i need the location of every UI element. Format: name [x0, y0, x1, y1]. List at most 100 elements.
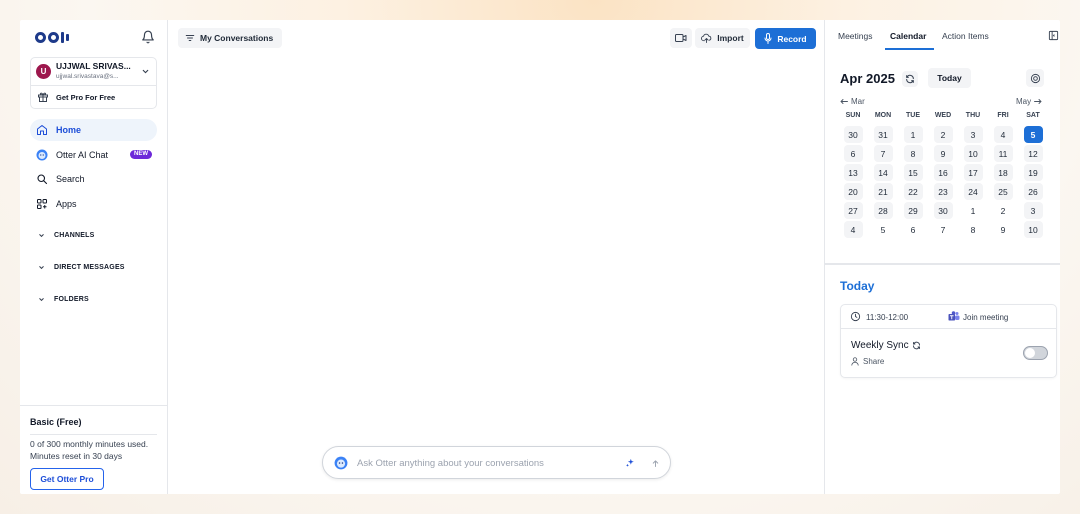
refresh-button[interactable]	[902, 71, 918, 87]
share-link[interactable]: Share	[851, 357, 884, 366]
calendar-today-button[interactable]: Today	[928, 68, 971, 88]
calendar-day[interactable]: 16	[933, 164, 953, 181]
calendar-day[interactable]: 26	[1023, 183, 1043, 200]
calendar-day[interactable]: 7	[873, 145, 893, 162]
calendar-day[interactable]: 6	[843, 145, 863, 162]
send-button[interactable]	[646, 454, 664, 472]
calendar-day[interactable]: 13	[843, 164, 863, 181]
calendar-day[interactable]: 25	[993, 183, 1013, 200]
calendar-day[interactable]: 9	[933, 145, 953, 162]
weekday-label: FRI	[997, 112, 1009, 119]
sidebar-item-otter-ai-chat[interactable]: Otter AI Chat NEW	[30, 144, 157, 166]
video-camera-icon	[675, 34, 687, 42]
calendar-day[interactable]: 17	[963, 164, 983, 181]
get-otter-pro-button[interactable]: Get Otter Pro	[30, 468, 104, 490]
import-label: Import	[717, 33, 744, 43]
calendar-day[interactable]: 30	[933, 202, 953, 219]
account-switcher[interactable]: U UJJWAL SRIVAS... ujjwal.srivastava@s..…	[31, 58, 156, 86]
recurring-icon	[912, 341, 920, 350]
chevron-down-icon	[39, 266, 44, 270]
my-conversations-filter[interactable]: My Conversations	[178, 28, 283, 48]
chevron-down-icon	[39, 234, 44, 238]
app-window: U UJJWAL SRIVAS... ujjwal.srivastava@s..…	[20, 20, 1060, 494]
calendar-day[interactable]: 7	[934, 221, 953, 238]
calendar-day-selected[interactable]: 5	[1023, 126, 1043, 143]
video-button[interactable]	[670, 28, 692, 48]
plan-title: Basic (Free)	[30, 417, 82, 427]
calendar-day[interactable]: 23	[933, 183, 953, 200]
home-icon	[37, 125, 47, 135]
sparkle-icon[interactable]	[625, 458, 635, 468]
tab-calendar[interactable]: Calendar	[890, 31, 926, 41]
divider	[30, 434, 157, 435]
calendar-day[interactable]: 11	[993, 145, 1013, 162]
sidebar: U UJJWAL SRIVAS... ujjwal.srivastava@s..…	[20, 20, 168, 494]
collapse-panel-icon[interactable]	[1048, 30, 1059, 41]
calendar-day[interactable]: 10	[1023, 221, 1043, 238]
sidebar-nav: Home Otter AI Chat NEW Search Apps	[30, 119, 157, 217]
calendar-day[interactable]: 12	[1023, 145, 1043, 162]
divider	[825, 263, 1060, 265]
chevron-down-icon	[142, 69, 149, 74]
record-button[interactable]: Record	[755, 28, 816, 49]
event-title[interactable]: Weekly Sync	[851, 340, 921, 351]
calendar-day[interactable]: 9	[994, 221, 1013, 238]
calendar-day[interactable]: 14	[873, 164, 893, 181]
calendar-settings-button[interactable]	[1026, 69, 1044, 87]
calendar-day[interactable]: 2	[994, 202, 1013, 219]
tab-meetings[interactable]: Meetings	[838, 31, 873, 41]
calendar-day[interactable]: 1	[903, 126, 923, 143]
calendar-day[interactable]: 6	[904, 221, 923, 238]
otter-logo[interactable]	[35, 30, 69, 44]
calendar-day[interactable]: 3	[963, 126, 983, 143]
calendar-week-row: 4 5 6 7 8 9 10	[838, 221, 1048, 240]
ask-otter-input[interactable]	[357, 452, 617, 474]
calendar-week-row: 6 7 8 9 10 11 12	[838, 145, 1048, 164]
calendar-day[interactable]: 24	[963, 183, 983, 200]
search-icon	[37, 174, 48, 185]
calendar-next-month[interactable]: May	[1016, 97, 1042, 106]
section-direct-messages[interactable]: DIRECT MESSAGES	[38, 264, 125, 271]
calendar-day[interactable]: 2	[933, 126, 953, 143]
calendar-day[interactable]: 20	[843, 183, 863, 200]
import-button[interactable]: Import	[695, 28, 750, 48]
calendar-day[interactable]: 3	[1023, 202, 1043, 219]
join-meeting-link[interactable]: Join meeting	[963, 313, 1008, 322]
calendar-day[interactable]: 4	[843, 221, 863, 238]
auto-join-toggle[interactable]	[1023, 346, 1048, 360]
sidebar-item-label: Search	[56, 174, 85, 184]
event-card: 11:30-12:00 Join meeting Weekly Sync Sha…	[840, 304, 1057, 378]
calendar-day[interactable]: 19	[1023, 164, 1043, 181]
calendar-day[interactable]: 27	[843, 202, 863, 219]
calendar-day[interactable]: 18	[993, 164, 1013, 181]
calendar-day[interactable]: 21	[873, 183, 893, 200]
tab-action-items[interactable]: Action Items	[942, 31, 989, 41]
main-area: My Conversations Import Record	[168, 20, 824, 494]
calendar-day[interactable]: 8	[903, 145, 923, 162]
bell-icon[interactable]	[141, 30, 155, 44]
calendar-day[interactable]: 4	[993, 126, 1013, 143]
sidebar-item-search[interactable]: Search	[30, 168, 157, 190]
calendar-day[interactable]: 31	[873, 126, 893, 143]
calendar-day[interactable]: 8	[964, 221, 983, 238]
calendar-day[interactable]: 5	[874, 221, 893, 238]
filter-icon	[185, 35, 195, 41]
right-panel: Meetings Calendar Action Items Apr 2025 …	[824, 20, 1060, 494]
calendar-day[interactable]: 10	[963, 145, 983, 162]
sidebar-item-home[interactable]: Home	[30, 119, 157, 141]
section-channels[interactable]: CHANNELS	[38, 232, 95, 239]
plan-usage: 0 of 300 monthly minutes used.	[30, 439, 149, 449]
calendar-day[interactable]: 29	[903, 202, 923, 219]
record-label: Record	[777, 33, 807, 44]
sidebar-item-apps[interactable]: Apps	[30, 193, 157, 215]
calendar-day[interactable]: 15	[903, 164, 923, 181]
calendar-prev-month[interactable]: Mar	[840, 97, 865, 106]
get-pro-link[interactable]: Get Pro For Free	[31, 86, 156, 109]
filter-label: My Conversations	[200, 33, 274, 43]
calendar-day[interactable]: 28	[873, 202, 893, 219]
section-folders[interactable]: FOLDERS	[38, 296, 89, 303]
calendar-day[interactable]: 1	[964, 202, 983, 219]
calendar-day[interactable]: 22	[903, 183, 923, 200]
calendar-day[interactable]: 30	[843, 126, 863, 143]
section-label: FOLDERS	[54, 296, 89, 303]
